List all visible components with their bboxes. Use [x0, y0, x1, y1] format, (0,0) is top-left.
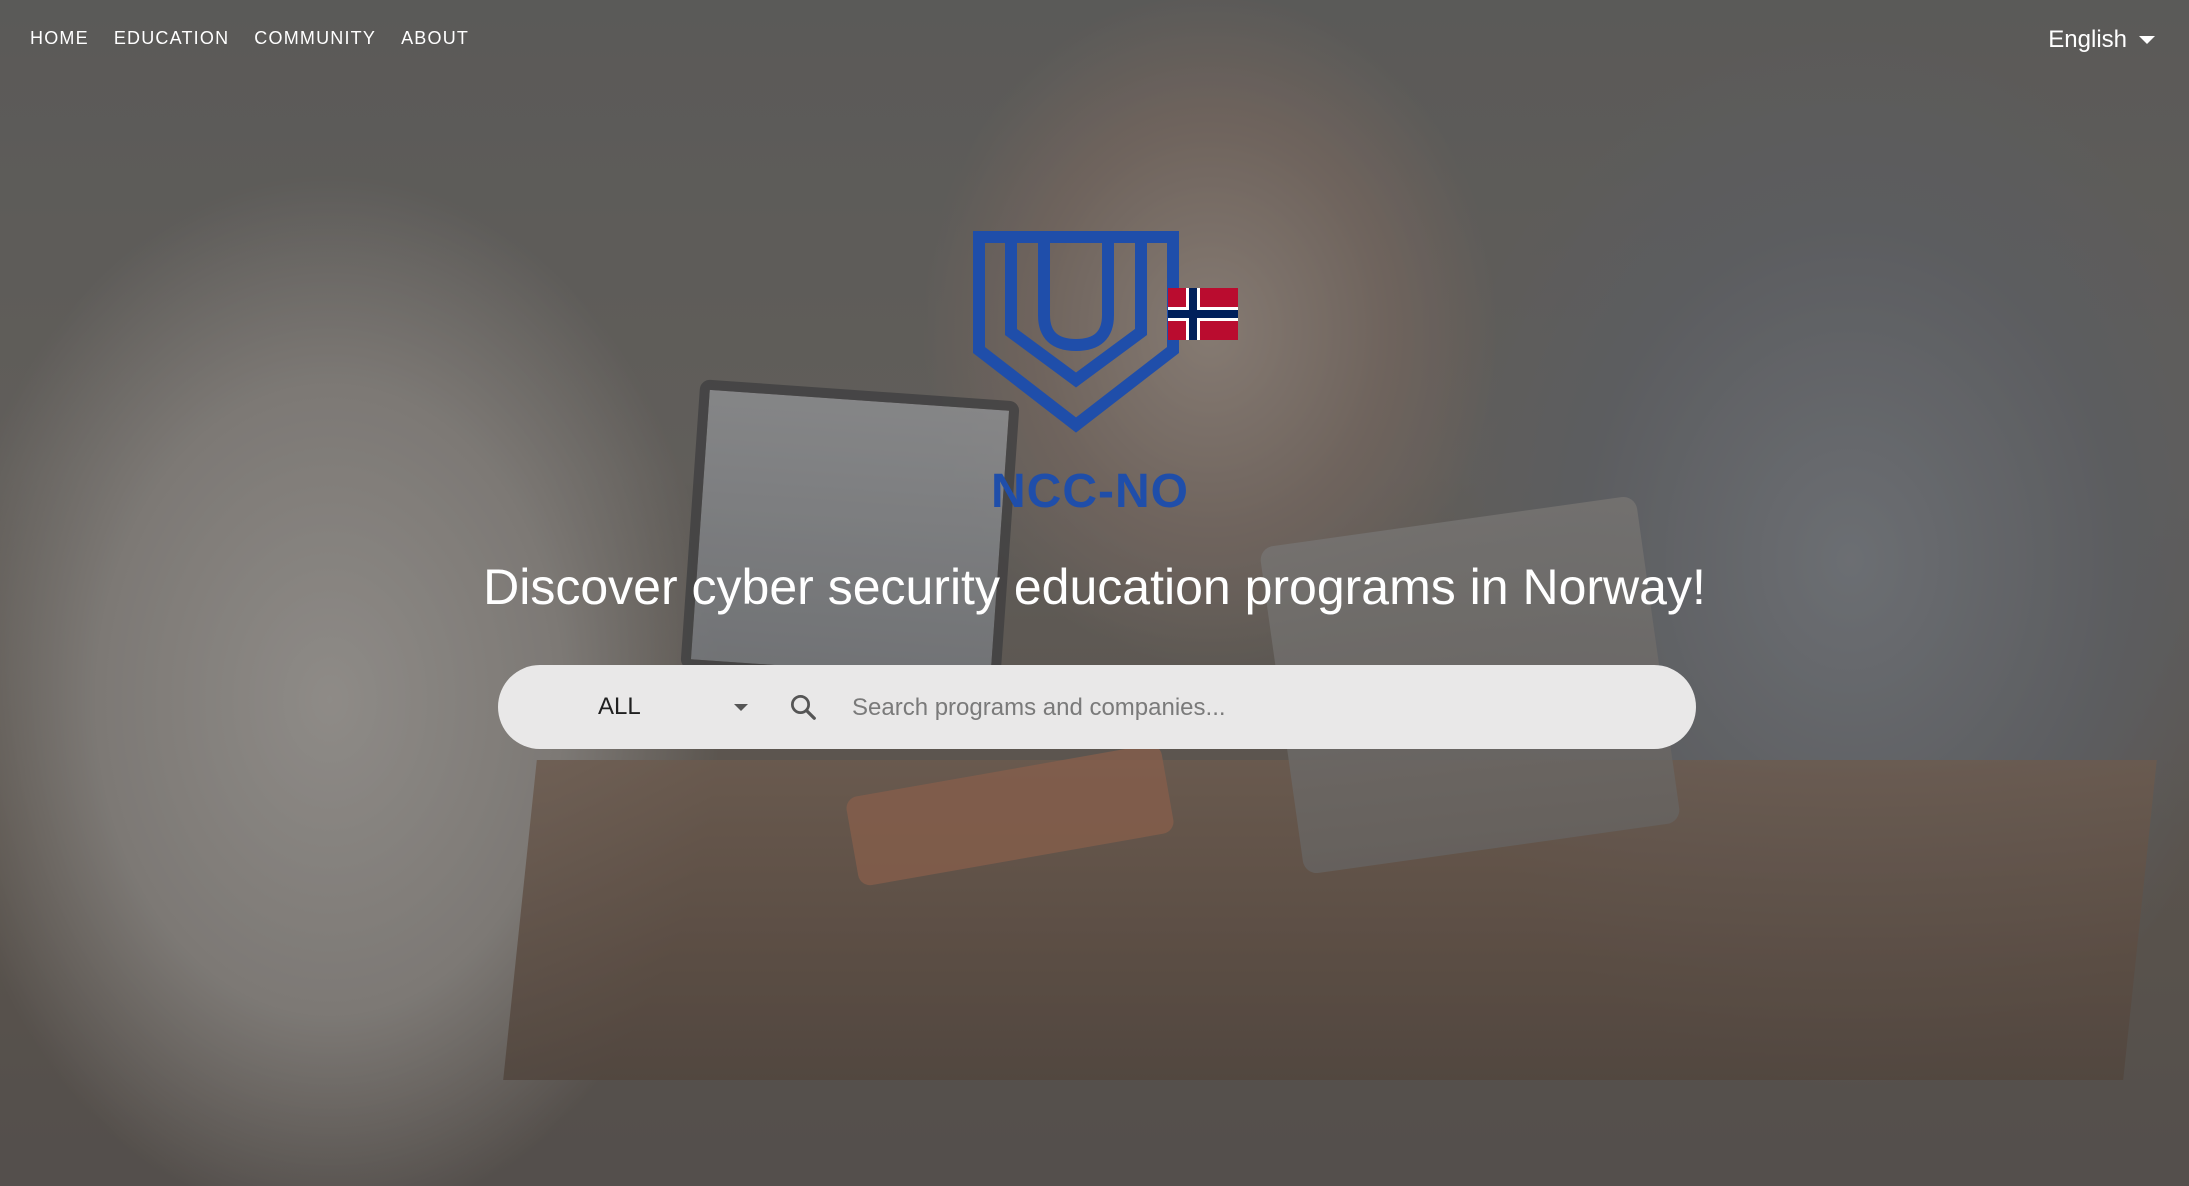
page-title: Discover cyber security education progra… — [483, 559, 1706, 615]
nav-link-about[interactable]: ABOUT — [401, 28, 469, 49]
language-selector[interactable]: English — [2048, 26, 2155, 54]
search-icon — [791, 695, 816, 720]
nav-link-community[interactable]: COMMUNITY — [254, 28, 376, 49]
nav-link-home[interactable]: HOME — [30, 28, 89, 49]
search-input[interactable] — [850, 682, 1654, 734]
category-dropdown[interactable]: ALL — [598, 665, 748, 749]
nav-link-education[interactable]: EDUCATION — [114, 28, 229, 49]
landing-page: HOME EDUCATION COMMUNITY ABOUT English N… — [0, 0, 2189, 1186]
norway-flag-icon — [1168, 288, 1238, 340]
chevron-down-icon — [734, 703, 748, 711]
logo-text: NCC-NO — [991, 465, 1189, 518]
chevron-down-icon — [2139, 36, 2155, 44]
top-navigation: HOME EDUCATION COMMUNITY ABOUT — [30, 28, 469, 49]
category-selected-label: ALL — [598, 693, 641, 720]
language-selected-label: English — [2048, 26, 2127, 53]
search-bar: ALL — [498, 665, 1696, 749]
